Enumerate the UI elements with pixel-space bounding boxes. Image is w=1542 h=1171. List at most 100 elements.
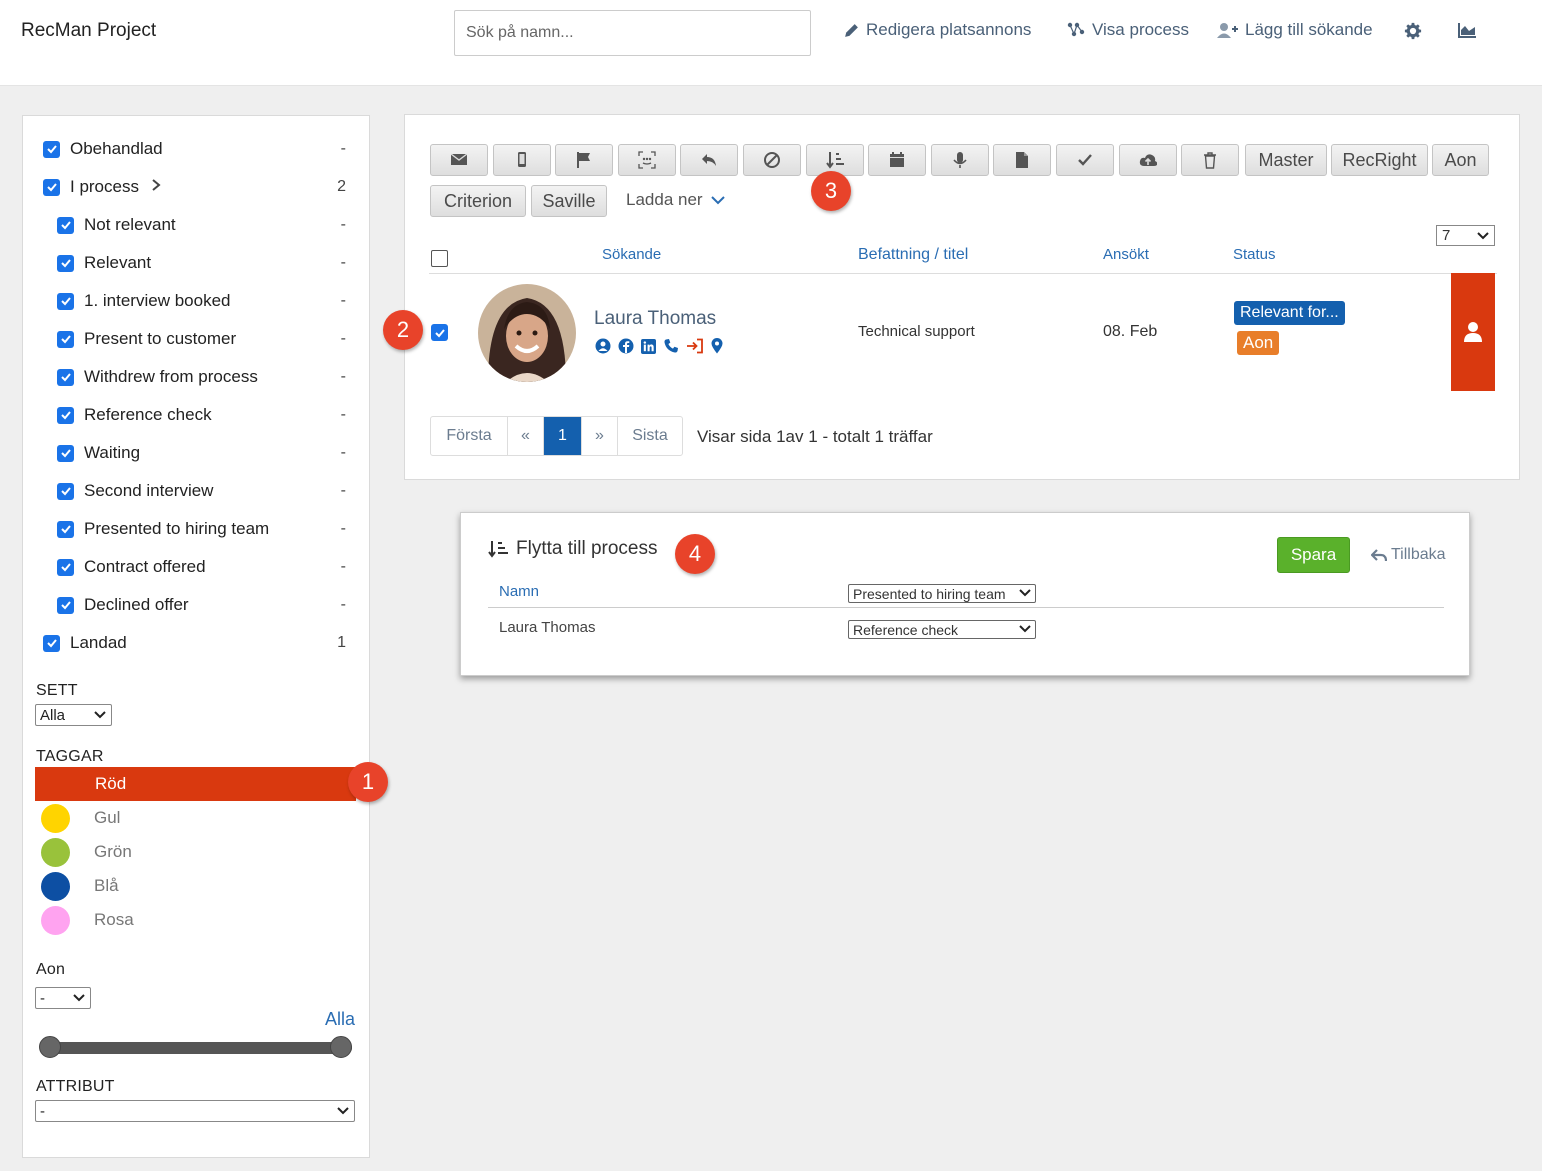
filter-row[interactable]: I process 2 xyxy=(23,168,369,206)
tag-label: Grön xyxy=(94,842,132,861)
current-page-button[interactable]: 1 xyxy=(544,417,582,455)
filter-row[interactable]: 1. interview booked - xyxy=(23,282,369,320)
master-button[interactable]: Master xyxy=(1245,144,1327,176)
linkedin-icon[interactable] xyxy=(641,338,656,354)
filter-checkbox[interactable] xyxy=(57,216,74,234)
phone-icon[interactable] xyxy=(663,338,679,354)
cloud-upload-button[interactable] xyxy=(1118,144,1177,176)
settings-button[interactable] xyxy=(1404,22,1422,40)
flag-button[interactable] xyxy=(555,144,614,176)
position-cell: Technical support xyxy=(858,323,975,340)
facebook-icon[interactable] xyxy=(618,338,634,354)
download-dropdown[interactable]: Ladda ner xyxy=(626,190,725,210)
filter-checkbox[interactable] xyxy=(57,254,74,272)
document-button[interactable] xyxy=(993,144,1052,176)
microphone-button[interactable] xyxy=(930,144,989,176)
open-profile-button[interactable] xyxy=(1451,273,1495,391)
filter-row[interactable]: Present to customer - xyxy=(23,320,369,358)
location-pin-icon[interactable] xyxy=(711,338,723,354)
filter-count: - xyxy=(340,482,346,499)
slider-max-handle[interactable] xyxy=(330,1036,352,1058)
filter-row[interactable]: Presented to hiring team - xyxy=(23,510,369,548)
tag-item[interactable]: Grön xyxy=(35,835,356,869)
col-position[interactable]: Befattning / titel xyxy=(858,246,968,264)
attribut-select[interactable]: - xyxy=(35,1100,355,1122)
sett-select[interactable]: Alla xyxy=(35,704,112,726)
back-link[interactable]: Tillbaka xyxy=(1371,546,1446,564)
next-page-button[interactable]: » xyxy=(582,417,618,455)
chevron-right-icon[interactable] xyxy=(151,178,161,196)
edit-ad-link[interactable]: Redigera platsannons xyxy=(843,20,1031,40)
dialog-title: Flytta till process xyxy=(488,538,657,560)
prev-page-button[interactable]: « xyxy=(508,417,544,455)
block-button[interactable] xyxy=(743,144,801,176)
col-applied[interactable]: Ansökt xyxy=(1103,246,1149,263)
select-all-checkbox[interactable] xyxy=(431,250,448,267)
face-scan-button[interactable] xyxy=(617,144,676,176)
aon-button[interactable]: Aon xyxy=(1432,144,1489,176)
save-button[interactable]: Spara xyxy=(1277,537,1350,573)
filter-checkbox[interactable] xyxy=(57,444,74,462)
search-input[interactable] xyxy=(454,10,811,56)
filter-row[interactable]: Obehandlad - xyxy=(23,130,369,168)
filter-row[interactable]: Not relevant - xyxy=(23,206,369,244)
filter-checkbox[interactable] xyxy=(57,596,74,614)
aon-range-slider[interactable] xyxy=(40,1042,352,1054)
aon-tag-badge[interactable]: Aon xyxy=(1237,331,1280,355)
filter-row[interactable]: Landad 1 xyxy=(23,624,369,662)
calendar-button[interactable] xyxy=(868,144,927,176)
filter-row[interactable]: Reference check - xyxy=(23,396,369,434)
user-circle-icon[interactable] xyxy=(595,338,611,354)
mobile-button[interactable] xyxy=(492,144,551,176)
filter-checkbox[interactable] xyxy=(57,482,74,500)
tag-item[interactable]: Röd xyxy=(35,767,356,801)
bulk-process-select[interactable]: Presented to hiring team xyxy=(848,584,1036,603)
check-button[interactable] xyxy=(1056,144,1114,176)
row-process-select[interactable]: Reference check xyxy=(848,620,1036,639)
filter-checkbox[interactable] xyxy=(57,330,74,348)
last-page-button[interactable]: Sista xyxy=(618,417,682,455)
show-process-link[interactable]: Visa process xyxy=(1066,20,1189,40)
filter-checkbox[interactable] xyxy=(57,292,74,310)
filter-checkbox[interactable] xyxy=(43,178,60,196)
add-applicant-link[interactable]: Lägg till sökande xyxy=(1217,20,1373,40)
filter-checkbox[interactable] xyxy=(57,368,74,386)
col-status[interactable]: Status xyxy=(1233,246,1276,263)
filter-row[interactable]: Contract offered - xyxy=(23,548,369,586)
saville-button[interactable]: Saville xyxy=(531,185,607,217)
stats-button[interactable] xyxy=(1458,22,1477,38)
status-badge[interactable]: Relevant for... xyxy=(1234,301,1345,325)
recright-button[interactable]: RecRight xyxy=(1331,144,1428,176)
document-icon xyxy=(1016,152,1029,168)
trash-button[interactable] xyxy=(1181,144,1240,176)
per-page-select[interactable]: 7 xyxy=(1436,225,1495,246)
reply-button[interactable] xyxy=(680,144,739,176)
filter-checkbox[interactable] xyxy=(57,406,74,424)
criterion-button[interactable]: Criterion xyxy=(430,185,526,217)
tag-item[interactable]: Gul xyxy=(35,801,356,835)
filter-checkbox[interactable] xyxy=(57,520,74,538)
row-checkbox[interactable] xyxy=(431,324,448,341)
pager-info-hits: 1 xyxy=(874,427,884,446)
callout-4: 4 xyxy=(675,534,715,574)
mail-button[interactable] xyxy=(430,144,488,176)
filter-row[interactable]: Relevant - xyxy=(23,244,369,282)
filter-row[interactable]: Waiting - xyxy=(23,434,369,472)
filter-checkbox[interactable] xyxy=(43,140,60,158)
slider-min-handle[interactable] xyxy=(39,1036,61,1058)
filter-row[interactable]: Withdrew from process - xyxy=(23,358,369,396)
filter-row[interactable]: Second interview - xyxy=(23,472,369,510)
first-page-button[interactable]: Första xyxy=(431,417,508,455)
filter-checkbox[interactable] xyxy=(43,634,60,652)
filter-checkbox[interactable] xyxy=(57,558,74,576)
aon-all-link[interactable]: Alla xyxy=(325,1009,355,1030)
candidate-name-link[interactable]: Laura Thomas xyxy=(594,308,716,330)
tag-item[interactable]: Rosa xyxy=(35,903,356,937)
reply-icon xyxy=(1371,548,1387,561)
tag-item[interactable]: Blå xyxy=(35,869,356,903)
avatar[interactable] xyxy=(478,284,576,382)
aon-select[interactable]: - xyxy=(35,987,91,1009)
col-applicant[interactable]: Sökande xyxy=(602,246,661,263)
filter-row[interactable]: Declined offer - xyxy=(23,586,369,624)
sign-in-icon[interactable] xyxy=(686,338,704,354)
